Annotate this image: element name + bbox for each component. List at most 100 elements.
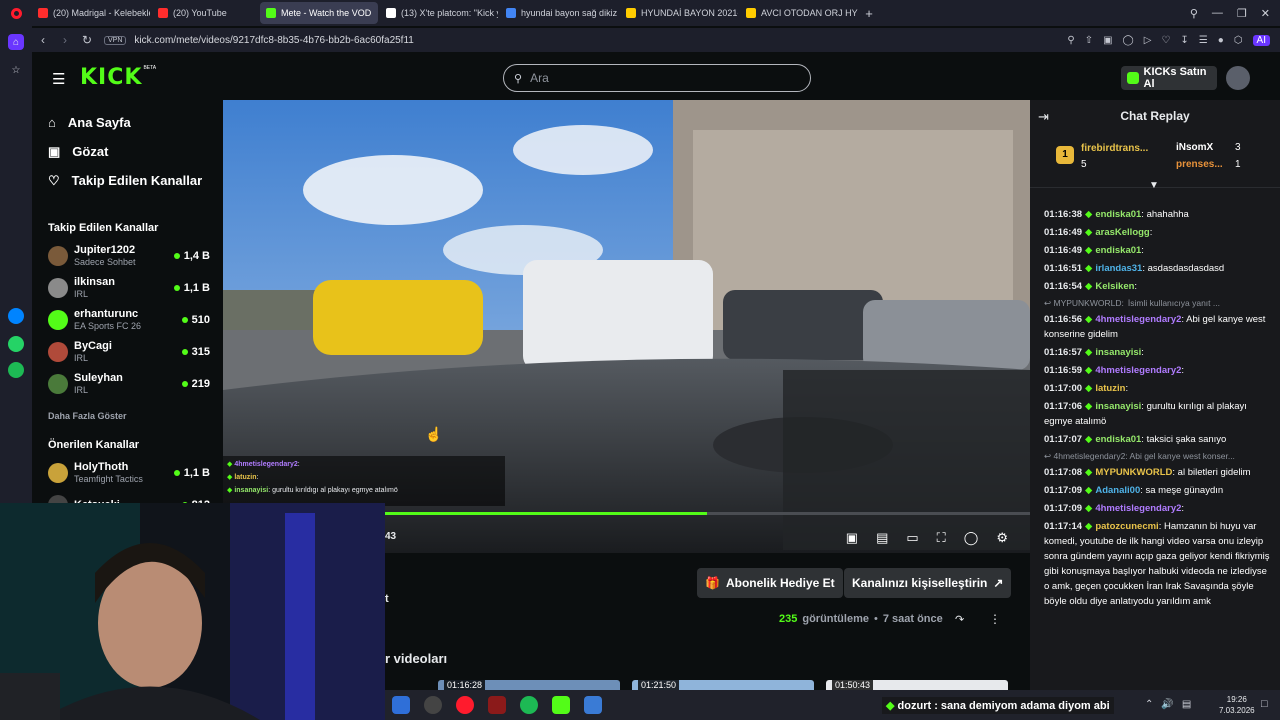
leader-name[interactable]: firebirdtrans... [1081, 143, 1148, 154]
chat-username[interactable]: Kelsiken [1095, 281, 1134, 292]
shield-icon[interactable]: ◯ [1123, 35, 1134, 46]
spotify-icon[interactable] [520, 696, 538, 714]
kick-icon[interactable] [552, 696, 570, 714]
network-icon[interactable]: ▤ [1182, 699, 1191, 710]
browser-tab[interactable]: (20) Madrigal - Kelebekler [32, 2, 150, 24]
leader-name[interactable]: prenses... [1176, 159, 1223, 170]
video-thumbnail[interactable]: 01:16:28 [438, 680, 620, 690]
left-sidebar: ☰ KICK BETA ⌂ Ana Sayfa ▣ Gözat ♡ Takip Edi… [32, 52, 222, 515]
system-clock[interactable]: 19:26 7.03.2026 [1219, 694, 1255, 716]
chat-username[interactable]: endiska01 [1095, 209, 1141, 220]
more-options-icon[interactable]: ⋮ [989, 612, 1001, 626]
search-tabs-icon[interactable]: ⚲ [1190, 7, 1198, 20]
back-icon[interactable]: ‹ [32, 33, 54, 47]
chat-username[interactable]: insanayisi [1095, 401, 1141, 412]
show-more-link[interactable]: Daha Fazla Göster [48, 411, 127, 421]
vpn-badge[interactable]: VPN [104, 35, 127, 45]
hamburger-menu-icon[interactable]: ☰ [52, 70, 65, 88]
browser-tab[interactable]: hyundai bayon sağ dikiz a [500, 2, 618, 24]
nav-browse[interactable]: ▣ Gözat [32, 137, 222, 166]
home-icon[interactable]: ⌂ [8, 34, 24, 50]
share-icon[interactable]: ↷ [955, 613, 964, 626]
video-thumbnail[interactable]: 01:21:50 [632, 680, 814, 690]
customize-channel-button[interactable]: Kanalınızı kişiselleştirin ↗ [844, 568, 1012, 598]
browser-tab[interactable]: (13) X'te platcom: "Kick y [380, 2, 498, 24]
spotify-icon[interactable] [8, 362, 24, 378]
play-icon[interactable]: ▷ [1144, 35, 1152, 46]
playback-speed-icon[interactable]: ◯ [964, 530, 979, 546]
nav-home[interactable]: ⌂ Ana Sayfa [32, 108, 222, 137]
channel-item[interactable]: Suleyhan IRL 219 [32, 368, 222, 400]
app-icon[interactable] [424, 696, 442, 714]
browser-tab[interactable]: Mete - Watch the VOD [260, 2, 378, 24]
minimize-icon[interactable]: — [1212, 7, 1223, 19]
progress-track[interactable] [383, 512, 1030, 515]
chat-reply-reference[interactable]: ↩ MYPUNKWORLD: İsimli kullanıcıya yanıt .… [1030, 297, 1280, 309]
chat-username[interactable]: 4hmetislegendary2 [1095, 314, 1181, 325]
volume-icon[interactable]: 🔊 [1161, 699, 1173, 710]
chat-username[interactable]: latuzin [1095, 383, 1125, 394]
filter-icon[interactable]: ▼ [1149, 180, 1159, 191]
browser-tab[interactable]: HYUNDAİ BAYON 2021-2 [620, 2, 738, 24]
chat-username[interactable]: patozcunecmi [1095, 521, 1158, 532]
download-icon[interactable]: ↧ [1180, 35, 1188, 46]
messenger-icon[interactable] [8, 308, 24, 324]
forward-icon[interactable]: › [54, 33, 76, 47]
miniplayer-icon[interactable]: ▣ [846, 530, 858, 546]
whatsapp-icon[interactable] [8, 336, 24, 352]
notification-icon[interactable]: □ [1261, 698, 1268, 710]
chat-username[interactable]: arasKellogg [1095, 227, 1149, 238]
search-input[interactable]: ⚲ Ara [503, 64, 811, 92]
chat-username[interactable]: 4hmetislegendary2 [1095, 365, 1181, 376]
chat-username[interactable]: irlandas31 [1095, 263, 1142, 274]
extensions-icon[interactable]: ⬡ [1234, 35, 1243, 46]
new-tab-button[interactable]: + [858, 6, 880, 21]
ai-button[interactable]: AI [1252, 34, 1270, 46]
app-icon[interactable] [488, 696, 506, 714]
clip-icon[interactable]: ▤ [876, 530, 888, 546]
chat-username[interactable]: Adanali00 [1095, 485, 1140, 496]
gift-sub-button[interactable]: 🎁 Abonelik Hediye Et [697, 568, 843, 598]
reload-icon[interactable]: ↻ [76, 33, 98, 47]
live-dot-icon [181, 317, 188, 323]
opera-icon[interactable] [456, 696, 474, 714]
menu-icon[interactable]: ☰ [1199, 35, 1208, 46]
settings-icon[interactable]: ⚙ [996, 530, 1008, 546]
kick-logo[interactable]: KICK BETA [80, 65, 156, 90]
chat-username[interactable]: MYPUNKWORLD [1095, 467, 1172, 478]
browser-tab[interactable]: AVCI OTODAN ORJ HYUN [740, 2, 858, 24]
share-icon[interactable]: ⇧ [1085, 35, 1093, 46]
chat-username[interactable]: 4hmetislegendary2 [1095, 503, 1181, 514]
app-icon[interactable] [392, 696, 410, 714]
user-avatar[interactable] [1226, 66, 1250, 90]
heart-icon[interactable]: ♡ [1161, 35, 1170, 46]
chat-reply-reference[interactable]: ↩ 4hmetislegendary2: Abi gel kanye west … [1030, 450, 1280, 462]
browser-tab[interactable]: (20) YouTube [152, 2, 258, 24]
video-player[interactable]: ◆ 4hmetislegendary2: ◆ latuzin: ◆ insanayi… [223, 100, 1030, 553]
opera-logo-icon[interactable] [0, 7, 32, 19]
profile-icon[interactable]: ● [1218, 35, 1224, 46]
camera-icon[interactable]: ▣ [1103, 35, 1112, 46]
chat-username[interactable]: endiska01 [1095, 434, 1141, 445]
theater-icon[interactable]: ▭ [906, 530, 918, 546]
channel-item[interactable]: ilkinsan IRL 1,1 B [32, 272, 222, 304]
url-field[interactable]: kick.com/mete/videos/9217dfc8-8b35-4b76-… [134, 35, 413, 46]
video-thumbnail[interactable]: 01:50:43 [826, 680, 1008, 690]
channel-item[interactable]: Jupiter1202 Sadece Sohbet 1,4 B [32, 240, 222, 272]
tray-up-icon[interactable]: ⌃ [1145, 699, 1153, 710]
zoom-icon[interactable]: ⚲ [1067, 35, 1074, 46]
star-icon[interactable]: ☆ [8, 62, 24, 78]
restore-icon[interactable]: ❐ [1237, 7, 1247, 20]
channel-item[interactable]: HolyThoth Teamfight Tactics 1,1 B [32, 457, 222, 489]
close-icon[interactable]: ✕ [1261, 7, 1270, 20]
chat-username[interactable]: insanayisi [1095, 347, 1141, 358]
nav-following[interactable]: ♡ Takip Edilen Kanallar [32, 166, 222, 195]
leader-name[interactable]: iNsomX [1176, 142, 1213, 153]
channel-item[interactable]: ByCagi IRL 315 [32, 336, 222, 368]
chat-username[interactable]: endiska01 [1095, 245, 1141, 256]
buy-kicks-button[interactable]: KICKs Satın Al [1121, 66, 1217, 90]
fullscreen-icon[interactable]: ⛶ [937, 530, 946, 546]
app-icon[interactable] [584, 696, 602, 714]
viewer-count: 510 [181, 314, 210, 326]
channel-item[interactable]: erhanturunc EA Sports FC 26 510 [32, 304, 222, 336]
